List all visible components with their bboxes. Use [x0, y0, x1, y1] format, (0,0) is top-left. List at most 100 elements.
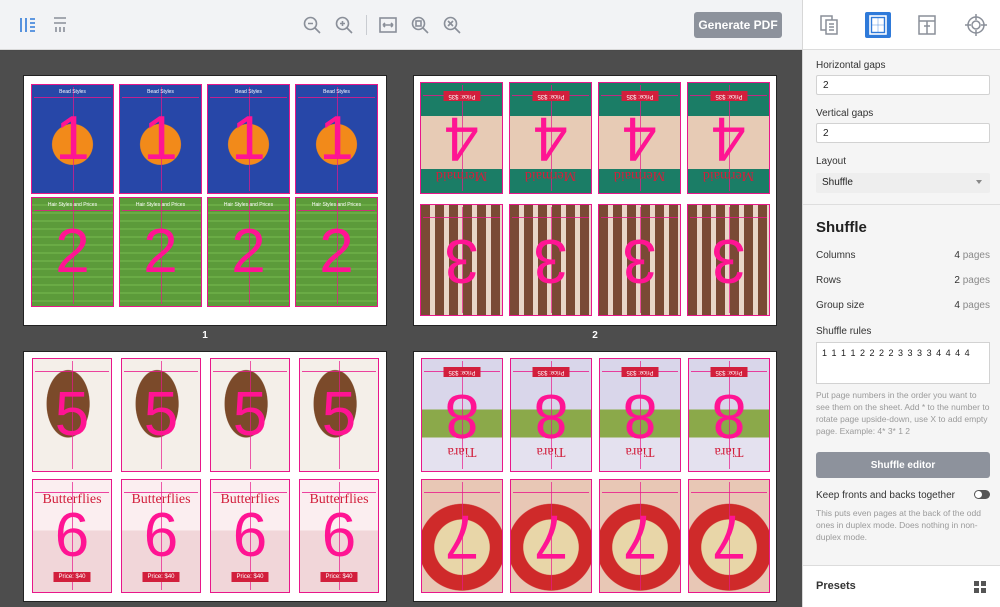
page-thumbnail[interactable]: 3: [420, 204, 503, 316]
page-number: 8: [622, 381, 658, 450]
rows-label: Rows: [816, 275, 842, 286]
page-number: 2: [231, 217, 266, 286]
page-thumbnail[interactable]: 5: [299, 358, 379, 472]
marks-icon[interactable]: [963, 12, 989, 38]
page-thumbnail[interactable]: Butterflies Price: $40 6: [299, 479, 379, 593]
page-number: 2: [143, 217, 178, 286]
page-thumbnail[interactable]: Butterflies Price: $40 6: [121, 479, 201, 593]
sheet: 5 5 5 5 Butterflies Price: $40 6 Butterflies Pri…: [23, 351, 387, 602]
sheet: Tiara Price: $35 8 Tiara Price: $35 8 Tiara Pri…: [413, 351, 777, 602]
layout-label: Layout: [816, 156, 847, 167]
page-thumbnail[interactable]: Tiara Price: $35 8: [421, 358, 503, 472]
presets-bar[interactable]: Presets: [803, 565, 1000, 607]
page-thumbnail[interactable]: 3: [598, 204, 681, 316]
preview-canvas: Bead Styles 1 Bead Styles 1 Bead Styles 1 Bead…: [0, 51, 802, 607]
toolbar: Generate PDF: [0, 0, 802, 50]
sidebar-tabs: [803, 0, 1000, 50]
price-tag: Price: $35: [442, 91, 481, 101]
shuffle-editor-button[interactable]: Shuffle editor: [816, 452, 990, 478]
page-thumbnail[interactable]: Bead Styles 1: [207, 84, 290, 194]
rows-icon[interactable]: [48, 13, 72, 37]
page-thumbnail[interactable]: 3: [509, 204, 592, 316]
price-tag: Price: $35: [710, 367, 748, 377]
page-number: 1: [55, 104, 90, 173]
page-number: 1: [231, 104, 266, 173]
page-thumbnail[interactable]: 5: [210, 358, 290, 472]
page-thumbnail[interactable]: Tiara Price: $35 8: [599, 358, 681, 472]
page-number: 6: [143, 501, 179, 570]
page-thumbnail[interactable]: Hair Styles and Prices 2: [119, 197, 202, 307]
page-thumbnail[interactable]: Bead Styles 1: [31, 84, 114, 194]
page-number: 3: [444, 226, 479, 295]
columns-icon[interactable]: [16, 13, 40, 37]
columns-value[interactable]: 4: [954, 250, 960, 261]
page-thumbnail[interactable]: Hair Styles and Prices 2: [295, 197, 378, 307]
page-thumbnail[interactable]: Mermaid Price: $35 4: [509, 82, 592, 194]
zoom-in-icon[interactable]: [332, 13, 356, 37]
group-size-value[interactable]: 4: [954, 300, 960, 311]
page-number: 2: [319, 217, 354, 286]
page-number: 5: [54, 380, 90, 449]
page-thumbnail[interactable]: Bead Styles 1: [119, 84, 202, 194]
page-thumbnail[interactable]: Tiara Price: $35 8: [688, 358, 770, 472]
section-title: Shuffle: [816, 219, 867, 236]
page-number: 4: [711, 104, 746, 173]
page-thumbnail[interactable]: 7: [510, 479, 592, 593]
keep-together-label: Keep fronts and backs together: [816, 490, 955, 501]
page-number: 5: [232, 380, 268, 449]
page-title: Hair Styles and Prices: [47, 202, 98, 208]
price-tag: Price: $35: [532, 367, 570, 377]
page-thumbnail[interactable]: Butterflies Price: $40 6: [210, 479, 290, 593]
page-number: 6: [232, 501, 268, 570]
page-thumbnail[interactable]: Tiara Price: $35 8: [510, 358, 592, 472]
page-number: 4: [533, 104, 568, 173]
group-size-unit: pages: [962, 300, 990, 311]
page-number: 5: [143, 380, 179, 449]
horizontal-gaps-input[interactable]: 2: [816, 75, 990, 95]
shuffle-help-text: Put page numbers in the order you want t…: [816, 390, 990, 436]
page-thumbnail[interactable]: 7: [599, 479, 681, 593]
divider: [803, 204, 1000, 205]
page-title: Bead Styles: [59, 89, 86, 95]
page-thumbnail[interactable]: Butterflies Price: $40 6: [32, 479, 112, 593]
page-thumbnail[interactable]: Mermaid Price: $35 4: [687, 82, 770, 194]
page-number: 7: [711, 502, 747, 571]
page-number: 4: [622, 104, 657, 173]
layout-grid-icon[interactable]: [865, 12, 891, 38]
page-number: 7: [444, 502, 480, 571]
generate-pdf-button[interactable]: Generate PDF: [694, 12, 782, 38]
page-thumbnail[interactable]: Bead Styles 1: [295, 84, 378, 194]
shuffle-rules-input[interactable]: 1 1 1 1 2 2 2 2 3 3 3 3 4 4 4 4: [816, 342, 990, 384]
vertical-gaps-input[interactable]: 2: [816, 123, 990, 143]
zoom-reset-icon[interactable]: [440, 13, 464, 37]
rows-value[interactable]: 2: [954, 275, 960, 286]
layout-select[interactable]: Shuffle: [816, 173, 990, 193]
page-thumbnail[interactable]: 7: [421, 479, 503, 593]
page-number: 3: [711, 226, 746, 295]
page-number: 8: [533, 381, 569, 450]
page-thumbnail[interactable]: 5: [32, 358, 112, 472]
pages-icon[interactable]: [816, 12, 842, 38]
page-number: 1: [143, 104, 178, 173]
page-thumbnail[interactable]: Hair Styles and Prices 2: [207, 197, 290, 307]
page-thumbnail[interactable]: 5: [121, 358, 201, 472]
margins-icon[interactable]: [914, 12, 940, 38]
columns-row: Columns 4 pages: [816, 250, 990, 264]
price-tag: Price: $40: [231, 572, 269, 582]
keep-together-help: This puts even pages at the back of the …: [816, 508, 981, 542]
page-thumbnail[interactable]: Hair Styles and Prices 2: [31, 197, 114, 307]
page-number: 7: [622, 502, 658, 571]
page-thumbnail[interactable]: 3: [687, 204, 770, 316]
page-thumbnail[interactable]: Mermaid Price: $35 4: [420, 82, 503, 194]
page-thumbnail[interactable]: Mermaid Price: $35 4: [598, 82, 681, 194]
price-tag: Price: $40: [142, 572, 180, 582]
zoom-out-icon[interactable]: [300, 13, 324, 37]
price-tag: Price: $35: [531, 91, 570, 101]
grid-icon[interactable]: [974, 581, 986, 593]
shuffle-rules-label: Shuffle rules: [816, 326, 872, 337]
zoom-fit-icon[interactable]: [408, 13, 432, 37]
page-thumbnail[interactable]: 7: [688, 479, 770, 593]
horizontal-gaps-label: Horizontal gaps: [816, 60, 886, 71]
keep-together-toggle[interactable]: [974, 490, 990, 499]
fit-width-icon[interactable]: [376, 13, 400, 37]
